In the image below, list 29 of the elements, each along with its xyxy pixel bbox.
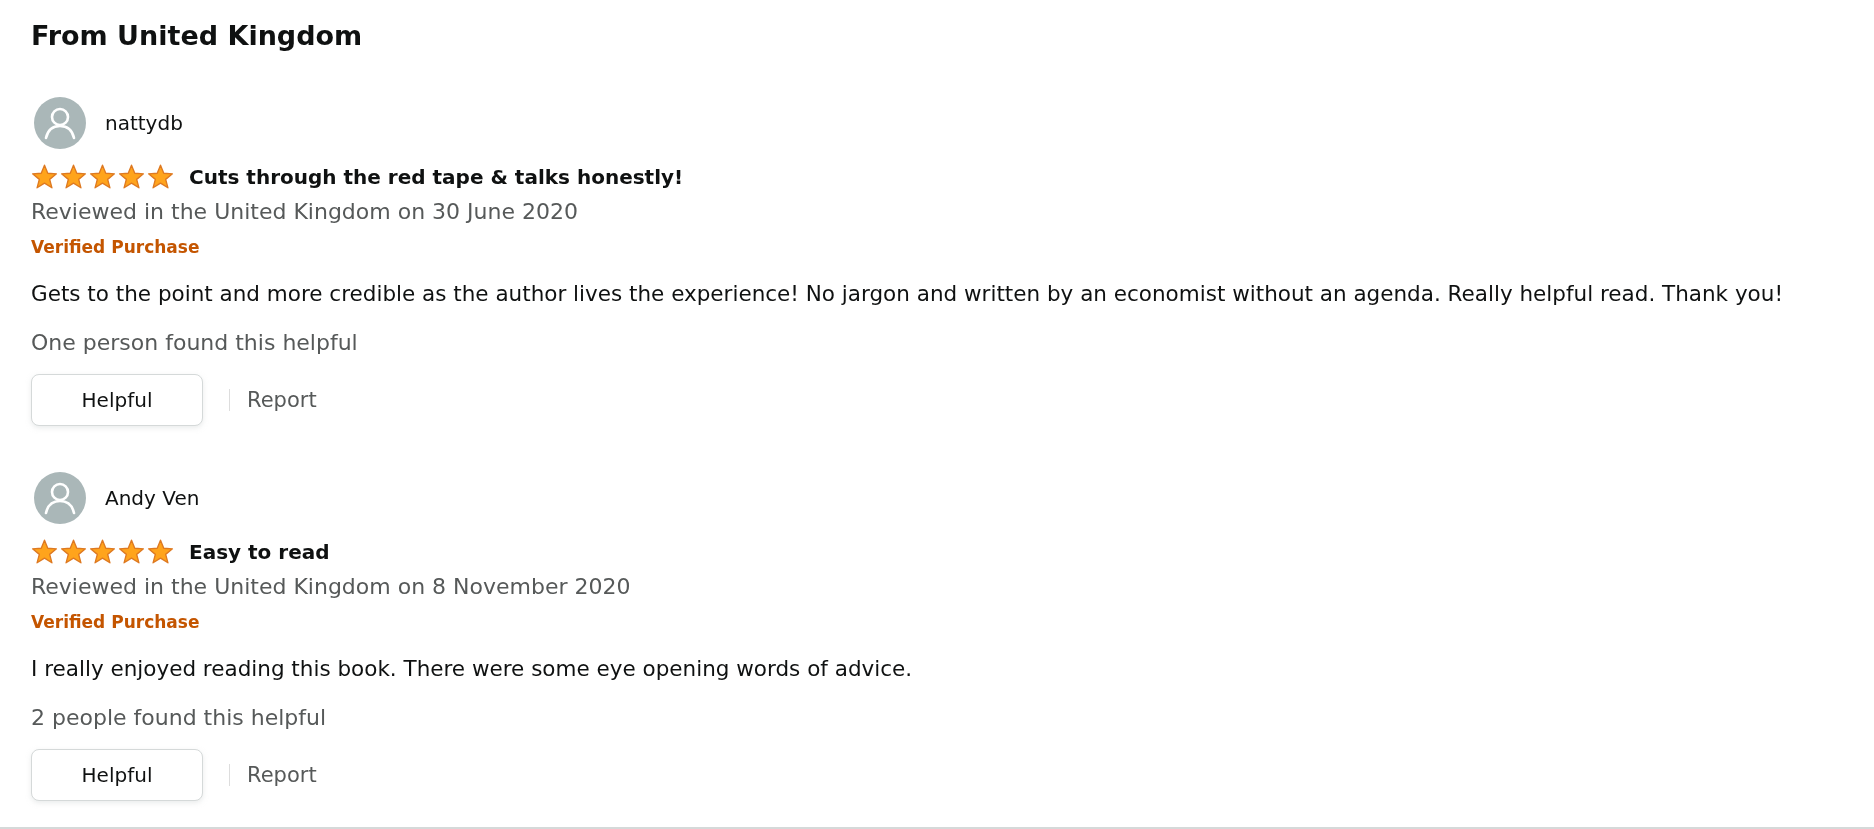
star-icon bbox=[89, 164, 116, 190]
star-icon bbox=[147, 164, 174, 190]
star-icon bbox=[31, 164, 58, 190]
review-title[interactable]: Easy to read bbox=[189, 540, 330, 564]
review-title[interactable]: Cuts through the red tape & talks honestly! bbox=[189, 165, 684, 189]
section-heading: From United Kingdom bbox=[31, 19, 364, 53]
avatar-icon bbox=[34, 472, 86, 524]
star-icon bbox=[60, 164, 87, 190]
helpful-count: One person found this helpful bbox=[31, 329, 359, 357]
star-icon bbox=[31, 539, 58, 565]
review-text: Gets to the point and more credible as the author lives the experience! No jargon and written by an economist without an agenda. Really helpful read. Thank you! bbox=[31, 280, 1785, 308]
helpful-button[interactable]: Helpful bbox=[31, 374, 203, 426]
helpful-button[interactable]: Helpful bbox=[31, 749, 203, 801]
review-date: Reviewed in the United Kingdom on 8 November 2020 bbox=[31, 573, 632, 601]
star-icon bbox=[89, 539, 116, 565]
report-link[interactable]: Report bbox=[247, 388, 317, 412]
star-icon bbox=[60, 539, 87, 565]
helpful-count: 2 people found this helpful bbox=[31, 704, 328, 732]
reviewer-name[interactable]: nattydb bbox=[105, 111, 183, 135]
avatar-icon bbox=[34, 97, 86, 149]
review-date: Reviewed in the United Kingdom on 30 June 2020 bbox=[31, 198, 579, 226]
reviewer-name[interactable]: Andy Ven bbox=[105, 486, 200, 510]
verified-purchase-label: Verified Purchase bbox=[31, 236, 201, 259]
star-icon bbox=[147, 539, 174, 565]
star-icon bbox=[118, 539, 145, 565]
review-text: I really enjoyed reading this book. There were some eye opening words of advice. bbox=[31, 655, 914, 683]
verified-purchase-label: Verified Purchase bbox=[31, 611, 201, 634]
report-link[interactable]: Report bbox=[247, 763, 317, 787]
star-icon bbox=[118, 164, 145, 190]
